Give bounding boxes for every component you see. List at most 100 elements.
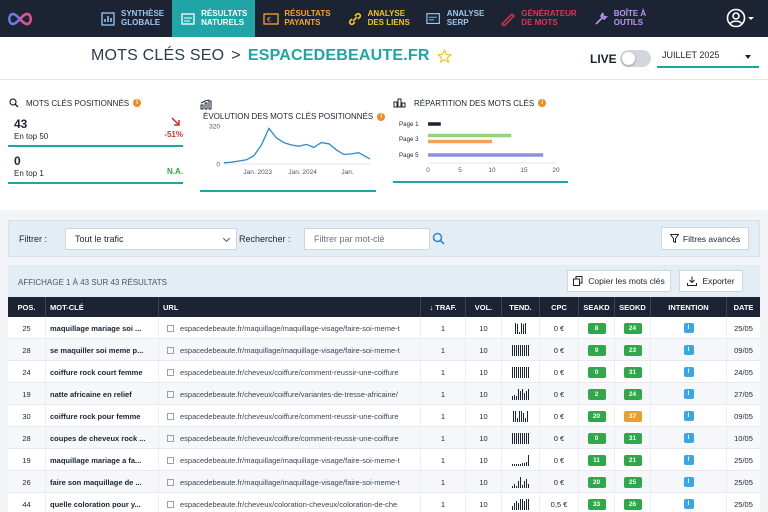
trend-bar (521, 323, 522, 334)
intent-badge[interactable]: I (683, 411, 694, 421)
star-icon[interactable] (436, 48, 452, 64)
url-text[interactable]: espacedebeaute.fr/cheveux/coiffure/comme… (180, 368, 399, 377)
trend-bar (519, 411, 520, 422)
external-link-icon[interactable] (167, 346, 174, 354)
trend-bar (524, 481, 525, 488)
url-text[interactable]: espacedebeaute.fr/cheveux/coiffure/comme… (180, 412, 399, 421)
cell-keyword[interactable]: coiffure rock court femme (46, 361, 159, 383)
seokd-badge: 26 (623, 498, 642, 510)
nav-item-analyse-serp[interactable]: Analyse SERP (418, 0, 493, 37)
cell-keyword[interactable]: coupes de cheveux rock ... (46, 427, 159, 449)
intent-badge[interactable]: I (683, 389, 694, 399)
advanced-filters-label: Filtres avancés (682, 233, 741, 244)
traffic-filter-select[interactable]: Tout le trafic (65, 228, 237, 250)
table-row[interactable]: 19 natte africaine en relief espacedebeaut… (8, 383, 760, 405)
external-link-icon[interactable] (167, 500, 174, 508)
table-row[interactable]: 25 maquillage mariage soi ... espacedebeau… (8, 317, 760, 339)
nav-item-label: Résultats naturels (201, 9, 248, 27)
chevron-down-icon (748, 16, 754, 20)
col-header-url[interactable]: URL (159, 297, 421, 317)
external-link-icon[interactable] (167, 434, 174, 442)
intent-badge[interactable]: I (683, 367, 694, 377)
intent-badge[interactable]: I (683, 477, 694, 487)
info-icon[interactable]: i (377, 112, 386, 121)
x-tick-label: 15 (520, 167, 528, 174)
live-toggle[interactable] (620, 50, 651, 67)
cell-keyword[interactable]: quelle coloration pour y... (46, 493, 159, 512)
distribution-bar-chart: Page 1 Page 3 Page 5 0 5 10 15 20 (399, 121, 560, 174)
trend-bar (524, 345, 525, 356)
nav-item-synthese-globale[interactable]: Synthèse globale (92, 0, 172, 37)
export-button[interactable]: Exporter (679, 270, 743, 292)
search-icon[interactable] (432, 232, 445, 245)
intent-badge[interactable]: I (683, 323, 694, 333)
cell-keyword[interactable]: maquillage mariage a fa... (46, 449, 159, 471)
nav-item-generateur-de-mots[interactable]: Générateur de mots (492, 0, 584, 37)
table-row[interactable]: 28 se maquiller soi meme p... espacedebeau… (8, 339, 760, 361)
url-text[interactable]: espacedebeaute.fr/maquillage/maquillage-… (180, 478, 400, 487)
col-header-volume[interactable]: VOL. (466, 297, 502, 317)
external-link-icon[interactable] (167, 324, 174, 332)
intent-badge[interactable]: I (683, 433, 694, 443)
cell-keyword[interactable]: natte africaine en relief (46, 383, 159, 405)
table-row[interactable]: 24 coiffure rock court femme espacedebeaut… (8, 361, 760, 383)
intent-badge[interactable]: I (683, 455, 694, 465)
col-header-pos[interactable]: POS. (8, 297, 46, 317)
col-header-date[interactable]: DATE (727, 297, 760, 317)
url-text[interactable]: espacedebeaute.fr/maquillage/maquillage-… (180, 456, 400, 465)
table-row[interactable]: 44 quelle coloration pour y... espacedebea… (8, 493, 760, 512)
table-row[interactable]: 28 coupes de cheveux rock ... espacedebeau… (8, 427, 760, 449)
trend-bar (514, 483, 515, 488)
info-icon[interactable]: i (133, 99, 142, 107)
col-header-seokd[interactable]: SEOKD (615, 297, 651, 317)
tools-icon (593, 11, 609, 27)
intent-badge[interactable]: I (683, 499, 694, 509)
col-header-keyword[interactable]: MOT-CLÉ (46, 297, 159, 317)
external-link-icon[interactable] (167, 390, 174, 398)
cell-position: 19 (8, 383, 46, 405)
external-link-icon[interactable] (167, 456, 174, 464)
table-row[interactable]: 30 coiffure rock pour femme espacedebeaute… (8, 405, 760, 427)
advanced-filters-button[interactable]: Filtres avancés (661, 227, 749, 250)
cell-keyword[interactable]: maquillage mariage soi ... (46, 317, 159, 339)
seo-results-icon (180, 11, 196, 27)
trend-bar (528, 499, 529, 510)
nav-item-boite-a-outils[interactable]: Boîte à outils (585, 0, 654, 37)
cell-date: 27/05 (734, 389, 753, 399)
trend-bar (518, 463, 519, 466)
col-header-cpc[interactable]: CPC (540, 297, 579, 317)
user-menu[interactable] (726, 8, 754, 28)
url-text[interactable]: espacedebeaute.fr/maquillage/maquillage-… (180, 346, 400, 355)
trend-bar (523, 413, 524, 422)
external-link-icon[interactable] (167, 368, 174, 376)
cell-keyword[interactable]: faire son maquillage de ... (46, 471, 159, 493)
url-text[interactable]: espacedebeaute.fr/cheveux/coloration-che… (180, 500, 397, 509)
info-icon[interactable]: i (538, 99, 547, 107)
col-header-seakd[interactable]: SEAKD (579, 297, 615, 317)
col-header-traffic[interactable]: ↓ TRAF. (421, 297, 466, 317)
app-logo[interactable] (0, 0, 40, 37)
col-header-trend[interactable]: TEND. (502, 297, 540, 317)
table-row[interactable]: 26 faire son maquillage de ... espacedebea… (8, 471, 760, 493)
nav-item-resultats-naturels[interactable]: Résultats naturels (172, 0, 256, 37)
domain-name[interactable]: ESPACEDEBEAUTE.FR (248, 47, 430, 65)
col-header-intent[interactable]: INTENTION (651, 297, 727, 317)
distribution-bar (428, 153, 544, 157)
external-link-icon[interactable] (167, 412, 174, 420)
url-text[interactable]: espacedebeaute.fr/maquillage/maquillage-… (180, 324, 400, 333)
cell-keyword[interactable]: se maquiller soi meme p... (46, 339, 159, 361)
top1-label: En top 1 (14, 169, 44, 178)
nav-item-analyse-des-liens[interactable]: Analyse des liens (339, 0, 418, 37)
url-text[interactable]: espacedebeaute.fr/cheveux/coiffure/varia… (180, 390, 398, 399)
intent-badge[interactable]: I (683, 345, 694, 355)
external-link-icon[interactable] (167, 478, 174, 486)
table-row[interactable]: 19 maquillage mariage a fa... espacedebeau… (8, 449, 760, 471)
cell-keyword[interactable]: coiffure rock pour femme (46, 405, 159, 427)
trend-sparkbars (512, 476, 529, 488)
trend-bar (518, 389, 519, 400)
nav-item-resultats-payants[interactable]: € Résultats payants (255, 0, 338, 37)
month-select[interactable]: JUILLET 2025 (657, 47, 759, 68)
copy-keywords-button[interactable]: Copier les mots clés (567, 270, 671, 292)
keyword-search-input[interactable] (304, 228, 430, 250)
url-text[interactable]: espacedebeaute.fr/cheveux/coiffure/comme… (180, 434, 399, 443)
